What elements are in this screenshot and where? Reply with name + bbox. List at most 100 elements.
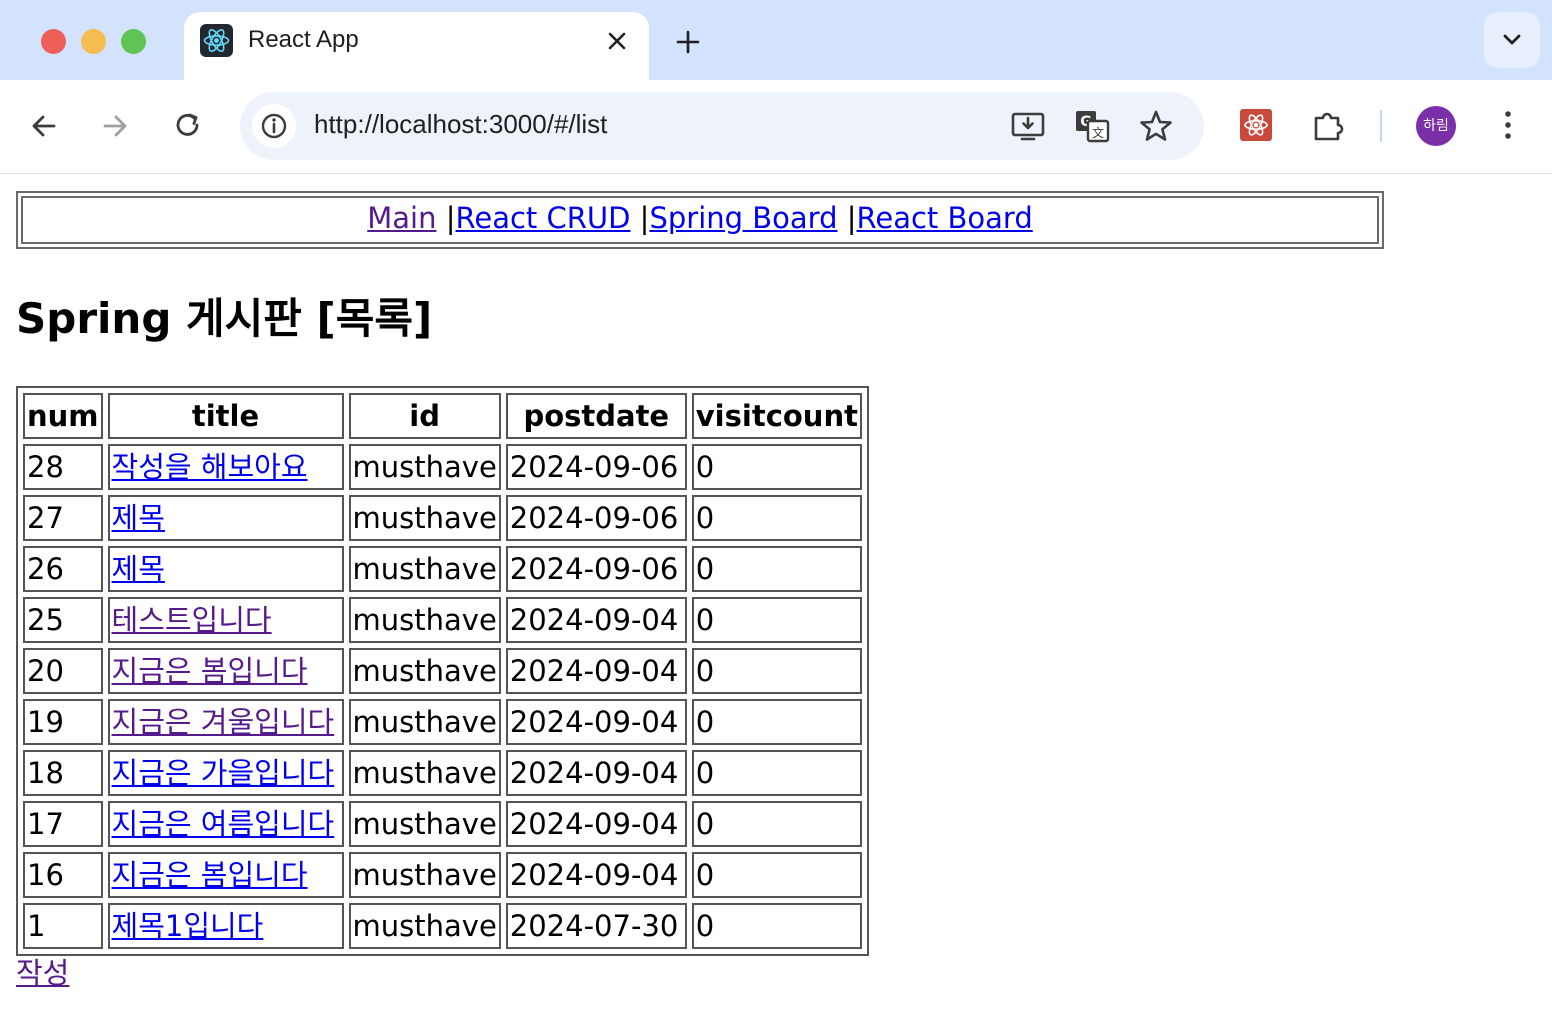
- cell-postdate: 2024-09-04: [505, 597, 687, 643]
- close-icon[interactable]: [604, 28, 630, 54]
- post-title-link[interactable]: 지금은 여름입니다: [112, 807, 335, 841]
- table-row: 20 지금은 봄입니다 musthave 2024-09-04 0: [23, 648, 862, 694]
- table-row: 1 제목1입니다 musthave 2024-07-30 0: [23, 903, 862, 949]
- post-title-link[interactable]: 제목: [112, 552, 165, 586]
- extensions-icon[interactable]: [1310, 106, 1348, 144]
- window-close-button[interactable]: [41, 29, 66, 54]
- cell-id: musthave: [348, 699, 501, 745]
- react-devtools-icon[interactable]: [1238, 106, 1276, 144]
- cell-postdate: 2024-09-04: [505, 699, 687, 745]
- cell-visitcount: 0: [691, 801, 862, 847]
- cell-visitcount: 0: [691, 546, 862, 592]
- post-title-link[interactable]: 제목1입니다: [112, 909, 264, 943]
- post-title-link[interactable]: 지금은 봄입니다: [112, 858, 308, 892]
- cell-id: musthave: [348, 444, 501, 490]
- star-icon[interactable]: [1138, 108, 1174, 144]
- react-favicon-icon: [200, 24, 233, 57]
- address-bar[interactable]: http://localhost:3000/#/list G 文: [240, 92, 1204, 160]
- top-nav-cell: Main |React CRUD |Spring Board |React Bo…: [21, 196, 1379, 244]
- table-row: 26 제목 musthave 2024-09-06 0: [23, 546, 862, 592]
- post-title-link[interactable]: 테스트입니다: [112, 603, 272, 637]
- cell-title: 지금은 여름입니다: [107, 801, 344, 847]
- cell-postdate: 2024-07-30: [505, 903, 687, 949]
- table-row: 25 테스트입니다 musthave 2024-09-04 0: [23, 597, 862, 643]
- cell-title: 지금은 봄입니다: [107, 648, 344, 694]
- toolbar-divider: [1380, 110, 1382, 142]
- chevron-down-icon: [1498, 26, 1526, 58]
- window-maximize-button[interactable]: [121, 29, 146, 54]
- nav-link-main[interactable]: Main: [367, 201, 436, 235]
- avatar[interactable]: 하림: [1416, 106, 1456, 146]
- window-minimize-button[interactable]: [81, 29, 106, 54]
- cell-id: musthave: [348, 648, 501, 694]
- cell-title: 제목: [107, 495, 344, 541]
- browser-tab[interactable]: React App: [184, 12, 649, 80]
- cell-visitcount: 0: [691, 750, 862, 796]
- url-text[interactable]: http://localhost:3000/#/list: [314, 109, 607, 140]
- nav-link-react-board[interactable]: React Board: [857, 201, 1033, 235]
- column-header-id: id: [348, 393, 501, 439]
- cell-postdate: 2024-09-04: [505, 801, 687, 847]
- cell-visitcount: 0: [691, 903, 862, 949]
- cell-num: 27: [23, 495, 103, 541]
- back-arrow-icon[interactable]: [26, 108, 62, 144]
- cell-id: musthave: [348, 750, 501, 796]
- cell-postdate: 2024-09-04: [505, 852, 687, 898]
- cell-num: 28: [23, 444, 103, 490]
- cell-postdate: 2024-09-06: [505, 495, 687, 541]
- cell-postdate: 2024-09-04: [505, 648, 687, 694]
- post-title-link[interactable]: 지금은 봄입니다: [112, 654, 308, 688]
- table-row: 18 지금은 가을입니다 musthave 2024-09-04 0: [23, 750, 862, 796]
- cell-id: musthave: [348, 495, 501, 541]
- install-app-icon[interactable]: [1010, 108, 1046, 144]
- post-title-link[interactable]: 작성을 해보아요: [112, 450, 308, 484]
- cell-id: musthave: [348, 801, 501, 847]
- cell-title: 테스트입니다: [107, 597, 344, 643]
- browser-toolbar: http://localhost:3000/#/list G 文 하림: [0, 80, 1552, 174]
- cell-visitcount: 0: [691, 444, 862, 490]
- site-info-icon[interactable]: [252, 104, 296, 148]
- cell-postdate: 2024-09-04: [505, 750, 687, 796]
- post-title-link[interactable]: 지금은 겨울입니다: [112, 705, 335, 739]
- post-title-link[interactable]: 제목: [112, 501, 165, 535]
- translate-icon[interactable]: G 文: [1074, 108, 1110, 144]
- reload-icon[interactable]: [170, 108, 206, 144]
- tab-search-button[interactable]: [1484, 12, 1540, 68]
- nav-separator: |: [837, 201, 857, 235]
- column-header-visitcount: visitcount: [691, 393, 862, 439]
- cell-num: 16: [23, 852, 103, 898]
- cell-title: 지금은 봄입니다: [107, 852, 344, 898]
- table-row: 27 제목 musthave 2024-09-06 0: [23, 495, 862, 541]
- table-row: 28 작성을 해보아요 musthave 2024-09-06 0: [23, 444, 862, 490]
- nav-link-spring-board[interactable]: Spring Board: [649, 201, 837, 235]
- cell-id: musthave: [348, 546, 501, 592]
- cell-visitcount: 0: [691, 648, 862, 694]
- cell-title: 제목: [107, 546, 344, 592]
- plus-icon[interactable]: [672, 26, 704, 58]
- tab-title: React App: [248, 26, 359, 53]
- cell-visitcount: 0: [691, 495, 862, 541]
- cell-id: musthave: [348, 852, 501, 898]
- write-post-link[interactable]: 작성: [16, 953, 69, 993]
- nav-separator: |: [630, 201, 650, 235]
- top-nav: Main |React CRUD |Spring Board |React Bo…: [16, 191, 1384, 249]
- cell-visitcount: 0: [691, 852, 862, 898]
- table-row: 19 지금은 겨울입니다 musthave 2024-09-04 0: [23, 699, 862, 745]
- cell-num: 1: [23, 903, 103, 949]
- tab-strip: React App: [0, 0, 1552, 80]
- nav-link-react-crud[interactable]: React CRUD: [456, 201, 631, 235]
- post-title-link[interactable]: 지금은 가을입니다: [112, 756, 335, 790]
- column-header-postdate: postdate: [505, 393, 687, 439]
- cell-num: 25: [23, 597, 103, 643]
- cell-num: 26: [23, 546, 103, 592]
- board-list-table: num title id postdate visitcount 28 작성을 …: [16, 386, 869, 956]
- table-row: 17 지금은 여름입니다 musthave 2024-09-04 0: [23, 801, 862, 847]
- kebab-menu-icon[interactable]: [1490, 106, 1528, 144]
- table-row: 16 지금은 봄입니다 musthave 2024-09-04 0: [23, 852, 862, 898]
- cell-num: 19: [23, 699, 103, 745]
- cell-num: 20: [23, 648, 103, 694]
- forward-arrow-icon[interactable]: [97, 108, 133, 144]
- svg-text:文: 文: [1092, 125, 1104, 140]
- cell-num: 17: [23, 801, 103, 847]
- cell-postdate: 2024-09-06: [505, 546, 687, 592]
